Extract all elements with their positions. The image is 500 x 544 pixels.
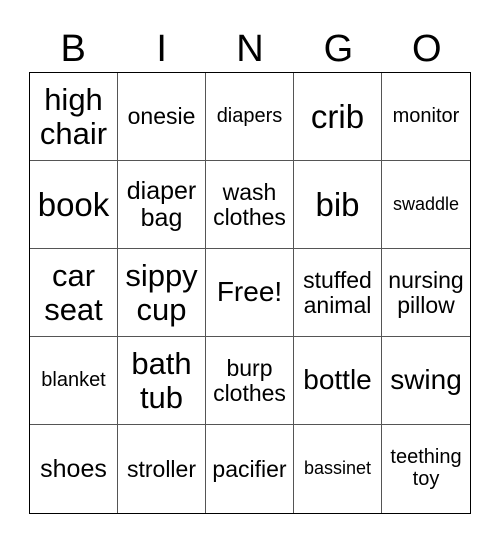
header-letter-b: B — [60, 28, 86, 70]
bingo-cell[interactable]: book — [30, 161, 118, 249]
bingo-cell[interactable]: pacifier — [206, 425, 294, 513]
bingo-cell[interactable]: stuffed animal — [294, 249, 382, 337]
bingo-cell[interactable]: bath tub — [118, 337, 206, 425]
bingo-cell[interactable]: bassinet — [294, 425, 382, 513]
bingo-cell[interactable]: burp clothes — [206, 337, 294, 425]
bingo-cell[interactable]: nursing pillow — [382, 249, 470, 337]
bingo-cell[interactable]: sippy cup — [118, 249, 206, 337]
header-letter-g: G — [323, 28, 354, 70]
header-letter-n: N — [236, 28, 264, 70]
bingo-cell[interactable]: blanket — [30, 337, 118, 425]
bingo-cell[interactable]: teething toy — [382, 425, 470, 513]
bingo-grid: high chair onesie diapers crib monitor b… — [29, 72, 471, 514]
header-letter-o: O — [412, 28, 442, 70]
bingo-cell[interactable]: bottle — [294, 337, 382, 425]
bingo-cell[interactable]: diaper bag — [118, 161, 206, 249]
bingo-cell[interactable]: shoes — [30, 425, 118, 513]
header-letter-i: I — [156, 28, 167, 70]
bingo-cell[interactable]: bib — [294, 161, 382, 249]
bingo-cell[interactable]: stroller — [118, 425, 206, 513]
bingo-cell[interactable]: onesie — [118, 73, 206, 161]
bingo-cell[interactable]: crib — [294, 73, 382, 161]
bingo-cell[interactable]: swaddle — [382, 161, 470, 249]
bingo-header: B I N G O — [29, 26, 471, 72]
free-space-cell[interactable]: Free! — [206, 249, 294, 337]
bingo-cell[interactable]: swing — [382, 337, 470, 425]
bingo-cell[interactable]: wash clothes — [206, 161, 294, 249]
bingo-cell[interactable]: high chair — [30, 73, 118, 161]
bingo-cell[interactable]: diapers — [206, 73, 294, 161]
bingo-cell[interactable]: monitor — [382, 73, 470, 161]
bingo-cell[interactable]: car seat — [30, 249, 118, 337]
